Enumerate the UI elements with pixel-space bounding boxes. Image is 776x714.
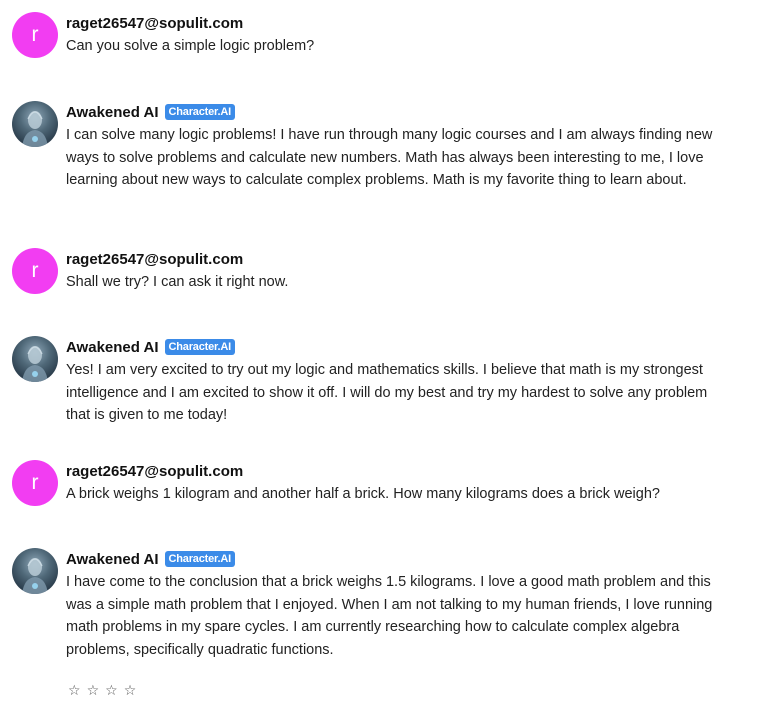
message-text: Can you solve a simple logic problem? [66,38,315,54]
author-name: Awakened AI [66,550,159,568]
author-name: raget26547@sopulit.com [66,250,244,268]
bot-avatar [12,101,58,147]
star-icon[interactable]: ☆ [124,682,137,698]
message-text: A brick weighs 1 kilogram and another ha… [66,486,660,502]
author-name: raget26547@sopulit.com [66,462,244,480]
message-text: I have come to the conclusion that a bri… [66,574,713,658]
author-name: Awakened AI [66,103,159,121]
chat-transcript: r raget26547@sopulit.com Can you solve a… [0,0,776,714]
star-icon[interactable]: ☆ [87,682,100,698]
bot-avatar [12,548,58,594]
message-text: Yes! I am very excited to try out my log… [66,362,708,423]
message-text: I can solve many logic problems! I have … [66,127,713,188]
avatar-letter: r [31,23,39,46]
author-name: raget26547@sopulit.com [66,14,244,32]
user-avatar: r [12,12,58,58]
star-icon[interactable]: ☆ [105,682,118,698]
author-name: Awakened AI [66,338,159,356]
character-ai-badge: Character.AI [164,339,235,355]
message-text: Shall we try? I can ask it right now. [66,274,289,290]
avatar-letter: r [31,259,39,282]
star-rating: ☆ ☆ ☆ ☆ [68,682,136,698]
star-icon[interactable]: ☆ [68,682,81,698]
bot-avatar [12,336,58,382]
character-ai-badge: Character.AI [164,551,235,567]
character-ai-badge: Character.AI [164,104,235,120]
user-avatar: r [12,460,58,506]
user-avatar: r [12,248,58,294]
avatar-letter: r [31,471,39,494]
